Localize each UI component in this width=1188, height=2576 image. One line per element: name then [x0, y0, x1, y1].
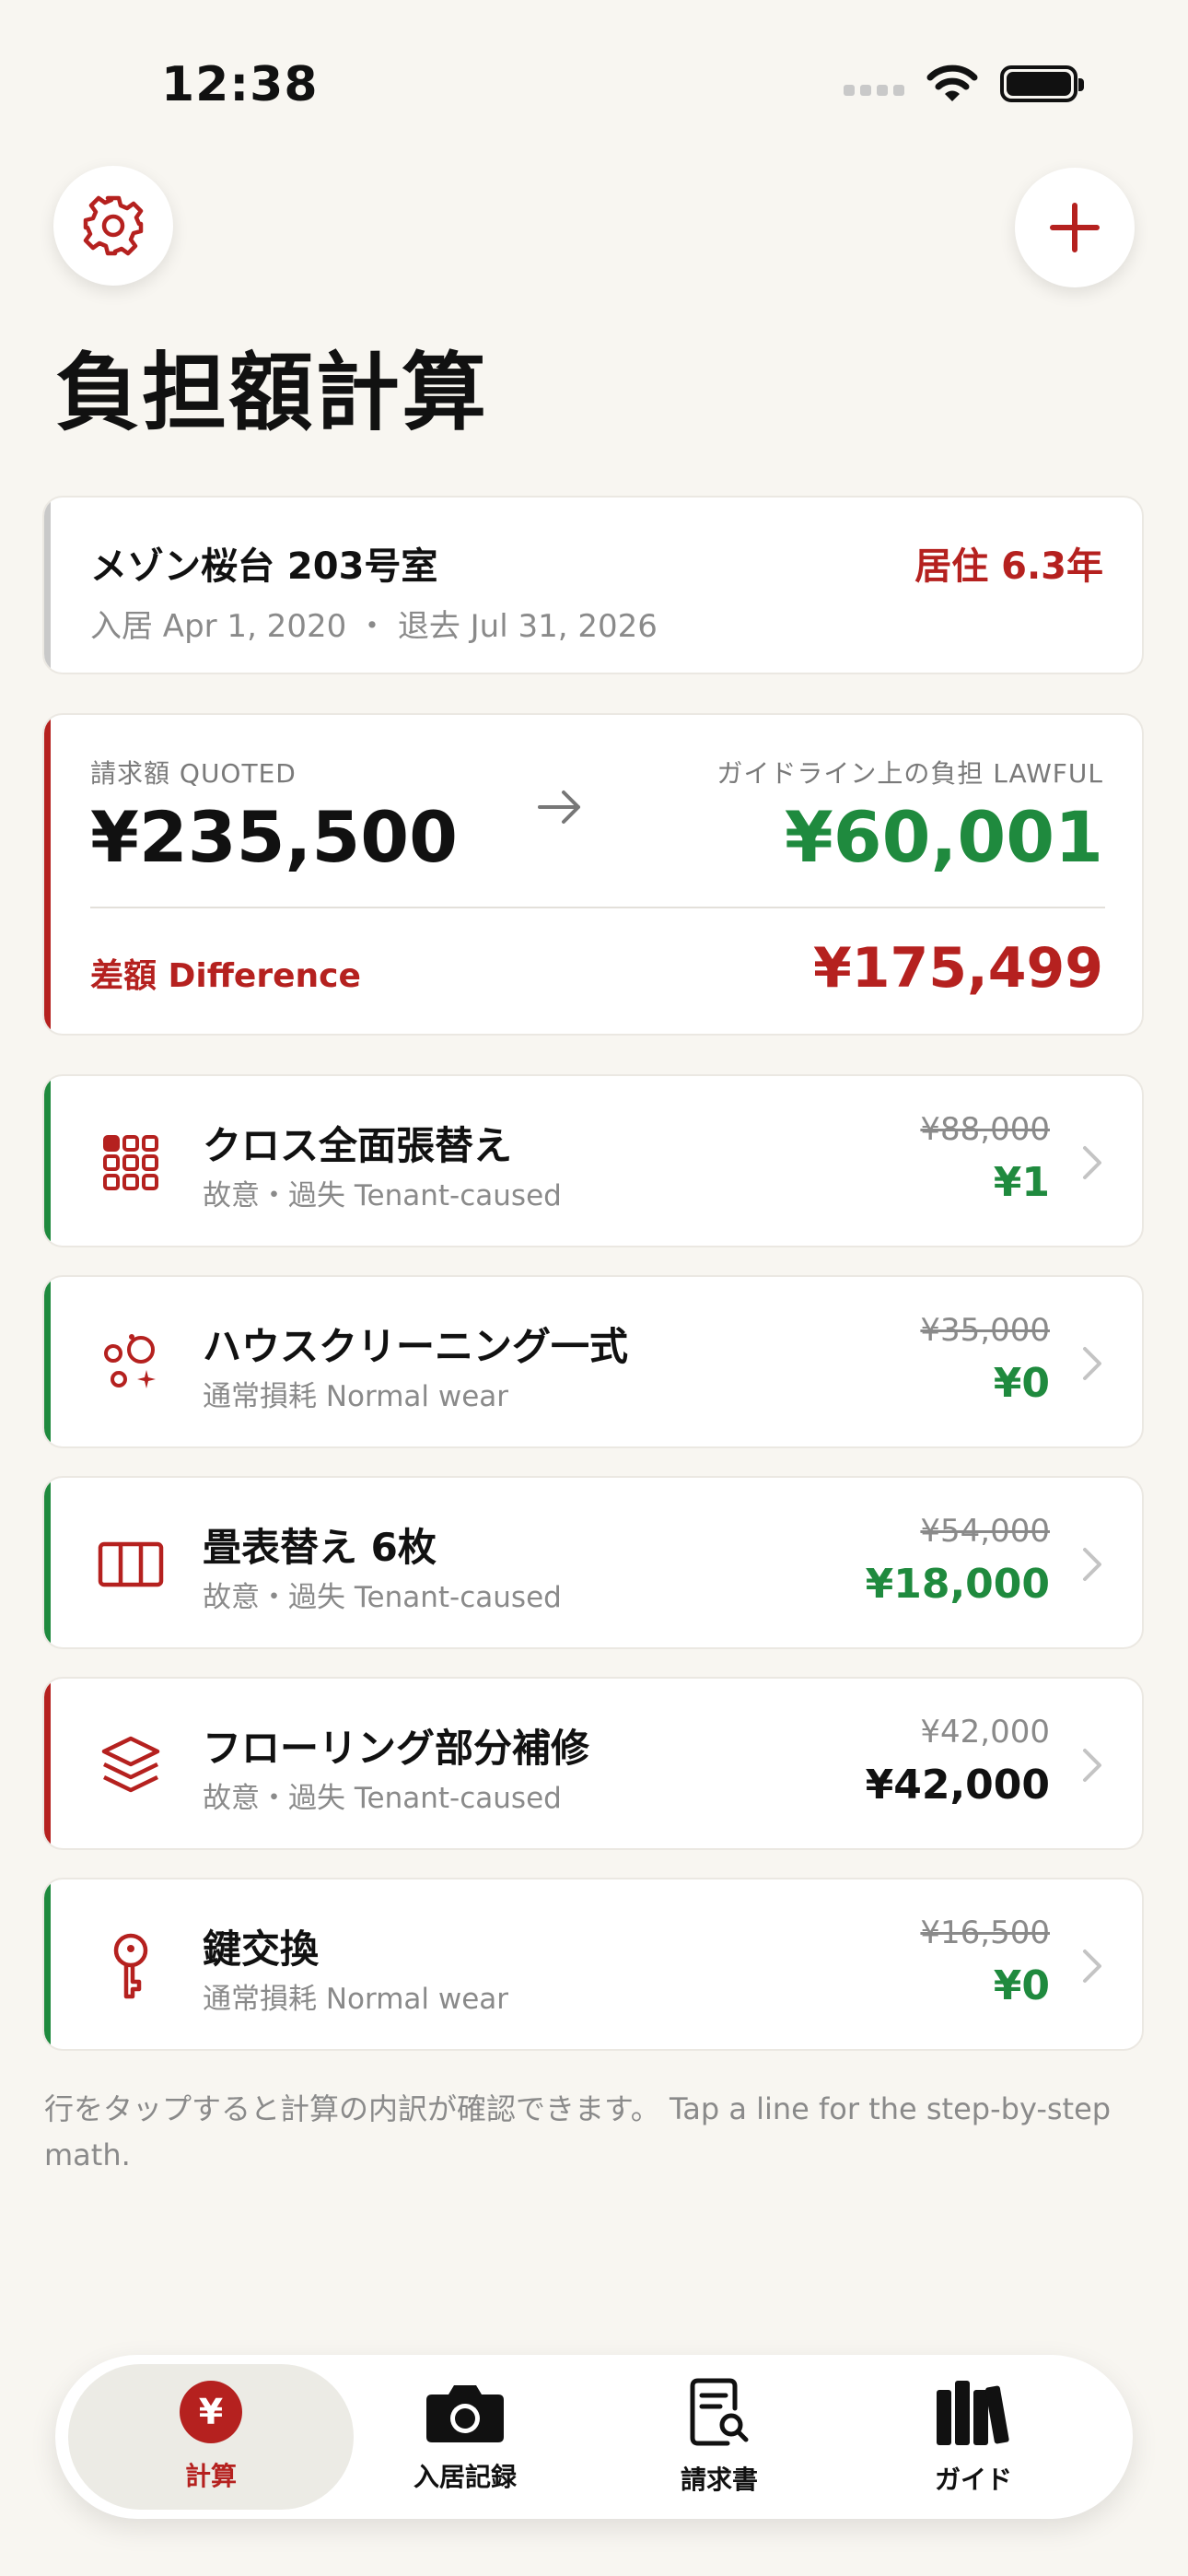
key-icon	[94, 1929, 168, 2003]
chevron-right-icon	[1083, 1548, 1101, 1581]
chevron-right-icon	[1083, 1347, 1101, 1380]
sparkle-bubbles-icon	[94, 1327, 168, 1400]
grid-icon	[94, 1126, 168, 1200]
battery-icon	[1000, 65, 1084, 102]
lawful-label: ガイドライン上の負担 LAWFUL	[716, 758, 1103, 789]
property-card: メゾン桜台 203号室 居住 6.3年 入居 Apr 1, 2020 ・ 退去 …	[42, 496, 1144, 674]
tab-label: 請求書	[680, 2465, 758, 2495]
tab-label: ガイド	[934, 2465, 1012, 2495]
wifi-icon	[926, 64, 978, 101]
tenure-badge: 居住 6.3年	[914, 545, 1103, 588]
layers-icon	[94, 1728, 168, 1802]
card-accent-bar	[44, 1076, 51, 1246]
item-category: 故意・過失 Tenant-caused	[203, 1179, 562, 1212]
chevron-right-icon	[1083, 1749, 1101, 1782]
tab-calculate[interactable]: ¥ 計算	[68, 2364, 354, 2510]
item-lawful-price: ¥1	[993, 1159, 1050, 1206]
tab-invoice[interactable]: 請求書	[577, 2364, 862, 2510]
line-item-card[interactable]: 畳表替え 6枚 故意・過失 Tenant-caused ¥54,000 ¥18,…	[42, 1476, 1144, 1649]
item-lawful-price: ¥18,000	[865, 1561, 1050, 1608]
plus-icon	[1050, 203, 1100, 252]
item-lawful-price: ¥0	[993, 1360, 1050, 1407]
difference-amount: ¥175,499	[812, 936, 1103, 1001]
quoted-label: 請求額 QUOTED	[90, 758, 297, 789]
line-item-card[interactable]: 鍵交換 通常損耗 Normal wear ¥16,500 ¥0	[42, 1878, 1144, 2051]
screen: 12:38 負担額計算 メゾン桜台 203号室 居住 6.3年 入居 Apr 1…	[0, 0, 1188, 2576]
item-title: クロス全面張替え	[203, 1123, 513, 1168]
gear-icon	[83, 195, 144, 256]
item-title: 畳表替え 6枚	[203, 1525, 437, 1570]
document-search-icon	[690, 2378, 749, 2446]
item-category: 通常損耗 Normal wear	[203, 1380, 509, 1413]
status-time: 12:38	[161, 57, 319, 112]
item-title: ハウスクリーニング一式	[203, 1324, 629, 1369]
yen-icon: ¥	[180, 2381, 242, 2443]
card-accent-bar	[44, 1679, 51, 1848]
card-accent-bar	[44, 715, 51, 1034]
signal-icon	[844, 85, 904, 96]
item-category: 通常損耗 Normal wear	[203, 1983, 509, 2016]
summary-card: 請求額 QUOTED ガイドライン上の負担 LAWFUL ¥235,500 ¥6…	[42, 713, 1144, 1036]
card-accent-bar	[44, 1277, 51, 1446]
chevron-right-icon	[1083, 1950, 1101, 1983]
books-icon	[937, 2381, 1009, 2445]
item-lawful-price: ¥0	[993, 1962, 1050, 2009]
property-name: メゾン桜台 203号室	[90, 545, 438, 588]
tab-label: 計算	[184, 2461, 237, 2491]
quoted-amount: ¥235,500	[90, 796, 459, 878]
item-quoted-price: ¥88,000	[920, 1111, 1050, 1148]
tab-label: 入居記録	[413, 2462, 517, 2492]
item-quoted-price: ¥35,000	[920, 1312, 1050, 1349]
page-title: 負担額計算	[55, 344, 489, 442]
item-quoted-price: ¥42,000	[920, 1714, 1050, 1751]
line-item-card[interactable]: クロス全面張替え 故意・過失 Tenant-caused ¥88,000 ¥1	[42, 1074, 1144, 1247]
lawful-amount: ¥60,001	[784, 796, 1103, 878]
tab-guide[interactable]: ガイド	[831, 2364, 1116, 2510]
line-item-card[interactable]: ハウスクリーニング一式 通常損耗 Normal wear ¥35,000 ¥0	[42, 1275, 1144, 1448]
property-dates: 入居 Apr 1, 2020 ・ 退去 Jul 31, 2026	[90, 608, 658, 645]
status-icons	[844, 64, 1084, 103]
card-accent-bar	[44, 1478, 51, 1647]
difference-label: 差額 Difference	[90, 957, 361, 995]
chevron-right-icon	[1083, 1146, 1101, 1179]
item-quoted-price: ¥16,500	[920, 1914, 1050, 1951]
add-button[interactable]	[1015, 168, 1135, 287]
tab-move-in-record[interactable]: 入居記録	[322, 2364, 608, 2510]
tab-bar: ¥ 計算 入居記録 請求書 ガイド	[55, 2355, 1133, 2519]
item-quoted-price: ¥54,000	[920, 1513, 1050, 1550]
item-category: 故意・過失 Tenant-caused	[203, 1782, 562, 1815]
line-item-card[interactable]: フローリング部分補修 故意・過失 Tenant-caused ¥42,000 ¥…	[42, 1677, 1144, 1850]
footnote: 行をタップすると計算の内訳が確認できます。 Tap a line for the…	[44, 2091, 1112, 2172]
card-accent-bar	[44, 498, 51, 673]
card-accent-bar	[44, 1879, 51, 2049]
item-title: 鍵交換	[203, 1926, 320, 1972]
divider	[90, 907, 1105, 908]
arrow-right-icon	[538, 790, 580, 824]
item-lawful-price: ¥42,000	[865, 1762, 1050, 1809]
settings-button[interactable]	[53, 166, 173, 286]
item-category: 故意・過失 Tenant-caused	[203, 1581, 562, 1614]
camera-icon	[426, 2385, 504, 2442]
tatami-icon	[94, 1528, 168, 1601]
item-title: フローリング部分補修	[203, 1726, 590, 1771]
